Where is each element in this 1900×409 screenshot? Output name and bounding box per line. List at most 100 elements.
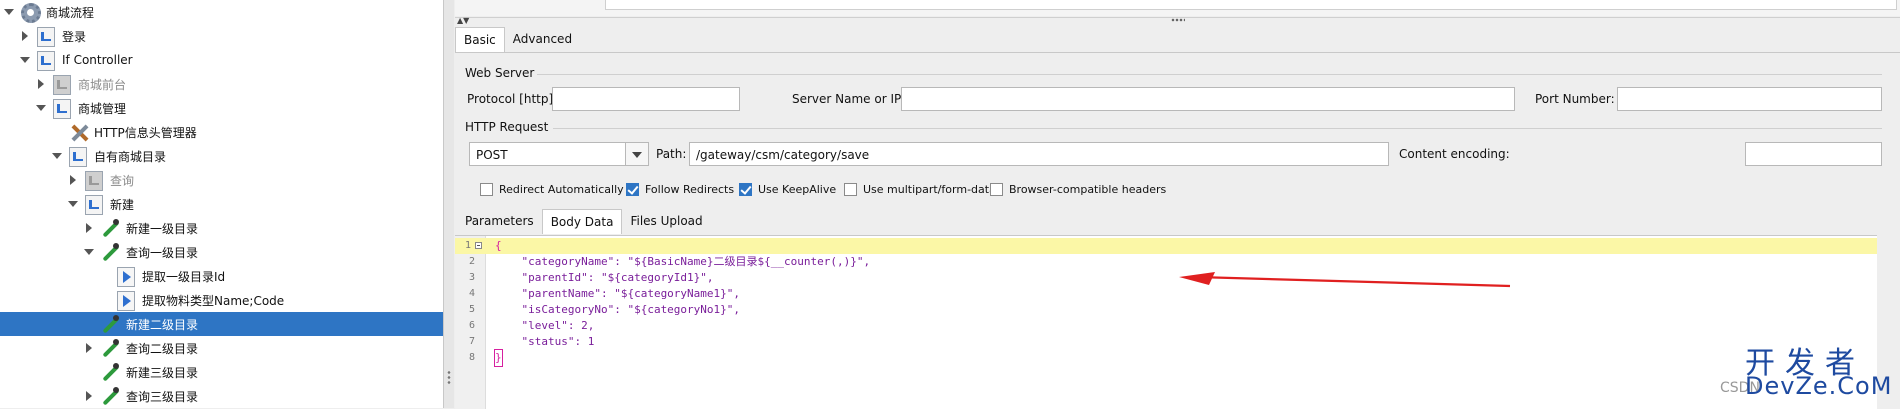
expand-toggle-icon[interactable] [35,102,47,114]
tree-item[interactable]: 查询二级目录 [0,336,443,360]
collapse-toggle-icon[interactable] [83,390,95,402]
tree-item-label: 登录 [62,29,87,44]
body-data-editor[interactable]: 1{2 "categoryName": "${BasicName}二级目录${_… [455,235,1877,409]
checkbox-box[interactable] [480,183,493,196]
tree-item[interactable]: 登录 [0,24,443,48]
divider-grip-icon[interactable] [1171,18,1185,22]
expand-toggle-icon[interactable] [3,6,15,18]
tree-item[interactable]: 查询三级目录 [0,384,443,408]
code-line[interactable]: 4 "parentName": "${categoryName1}", [455,286,1877,302]
tab-body-data[interactable]: Body Data [541,209,623,234]
code-line[interactable]: 7 "status": 1 [455,334,1877,350]
tree-item-label: If Controller [62,53,133,67]
collapse-toggle-icon[interactable] [67,174,79,186]
expand-toggle-icon[interactable] [51,150,63,162]
collapse-arrows-icon[interactable]: ▲▼ [457,16,469,25]
tree-item-label: 查询一级目录 [126,245,199,260]
expand-toggle-icon[interactable] [19,54,31,66]
tree-item[interactable]: 自有商城目录 [0,144,443,168]
comments-field[interactable] [605,0,1897,10]
tab-parameters[interactable]: Parameters [457,209,542,233]
method-select[interactable]: POST [469,142,649,166]
tree-item[interactable]: 商城管理 [0,96,443,120]
code-line[interactable]: 1{ [455,238,1877,254]
tab-files-upload[interactable]: Files Upload [622,209,710,233]
gear-icon [19,2,41,23]
tree-item[interactable]: If Controller [0,48,443,72]
code-text: "isCategoryNo": "${categoryNo1}", [495,303,741,316]
tree-item-label: 商城管理 [78,101,127,116]
splitter-grip-icon[interactable] [447,370,451,386]
tree-item[interactable]: HTTP信息头管理器 [0,120,443,144]
method-value: POST [476,148,508,162]
server-name-input[interactable] [901,87,1515,111]
web-server-rule [537,74,1882,75]
http-sampler-icon [99,362,121,382]
tree-item[interactable]: 商城前台 [0,72,443,96]
code-line[interactable]: 5 "isCategoryNo": "${categoryNo1}", [455,302,1877,318]
tree-item[interactable]: 提取一级目录Id [0,264,443,288]
http-sampler-panel: ▲▼ Basic Advanced Web Server Protocol [h… [455,0,1900,409]
tree-item-label: 新建三级目录 [126,365,199,380]
tree-item-label: 提取一级目录Id [142,269,226,284]
tab-advanced[interactable]: Advanced [505,27,580,51]
redirect-automatically-checkbox[interactable]: Redirect Automatically [480,183,624,196]
http-request-rule [553,128,1882,129]
protocol-input[interactable] [552,87,740,111]
use-multipart-checkbox[interactable]: Use multipart/form-data [844,183,996,196]
annotation-arrow-icon [1179,272,1511,288]
tree-item[interactable]: 新建三级目录 [0,360,443,384]
content-encoding-input[interactable] [1745,142,1882,166]
tree-item[interactable]: 查询一级目录 [0,240,443,264]
http-sampler-icon [99,386,121,406]
collapse-toggle-icon[interactable] [35,78,47,90]
checkbox-box[interactable] [626,183,639,196]
collapse-toggle-icon[interactable] [83,222,95,234]
tree-item-label: HTTP信息头管理器 [94,125,197,140]
tab-basic[interactable]: Basic [455,27,505,52]
test-plan-tree: 商城流程登录 If Controller 商城前台商城管理 HTTP信息头管理器自有商… [0,0,444,408]
content-encoding-label: Content encoding: [1399,147,1510,161]
collapse-toggle-icon[interactable] [19,30,31,42]
checkbox-box[interactable] [990,183,1003,196]
code-line[interactable]: 2 "categoryName": "${BasicName}二级目录${__c… [455,254,1877,270]
tree-item[interactable]: 查询 [0,168,443,192]
watermark-en: DevZe.CoM [1745,372,1893,400]
chevron-down-icon[interactable] [625,143,648,165]
tree-item[interactable]: 新建二级目录 [0,312,443,336]
checkbox-label: Follow Redirects [645,183,735,196]
disabled-controller-icon [51,74,73,95]
fold-icon[interactable] [475,242,482,249]
disabled-controller-icon [83,170,105,191]
collapse-toggle-icon[interactable] [83,342,95,354]
vertical-splitter[interactable] [444,0,454,408]
port-number-input[interactable] [1617,87,1882,111]
checkbox-label: Use multipart/form-data [863,183,996,196]
tree-item[interactable]: 新建一级目录 [0,216,443,240]
browser-compatible-headers-checkbox[interactable]: Browser-compatible headers [990,183,1166,196]
line-number: 5 [468,304,475,315]
use-keepalive-checkbox[interactable]: Use KeepAlive [739,183,836,196]
tree-item[interactable]: 商城流程 [0,0,443,24]
code-line[interactable]: 3 "parentId": "${categoryId1}", [455,270,1877,286]
expand-toggle-icon[interactable] [67,198,79,210]
tree-item[interactable]: 提取物料类型Name;Code [0,288,443,312]
line-number: 6 [468,320,475,331]
path-label: Path: [656,147,687,161]
checkbox-box[interactable] [739,183,752,196]
extractor-icon [115,290,137,311]
expand-toggle-icon[interactable] [83,246,95,258]
tree-item-label: 新建一级目录 [126,221,199,236]
code-line[interactable]: 8} [455,349,1877,367]
code-line[interactable]: 6 "level": 2, [455,318,1877,334]
arrow-shaft [1196,275,1511,288]
follow-redirects-checkbox[interactable]: Follow Redirects [626,183,734,196]
panel-divider[interactable]: ▲▼ [455,16,1900,25]
checkbox-box[interactable] [844,183,857,196]
path-input[interactable]: /gateway/csm/category/save [689,142,1389,166]
tree-item[interactable]: 新建 [0,192,443,216]
checkbox-label: Use KeepAlive [758,183,837,196]
tree-item-label: 商城流程 [46,5,95,20]
tabs-divider [455,52,1900,53]
